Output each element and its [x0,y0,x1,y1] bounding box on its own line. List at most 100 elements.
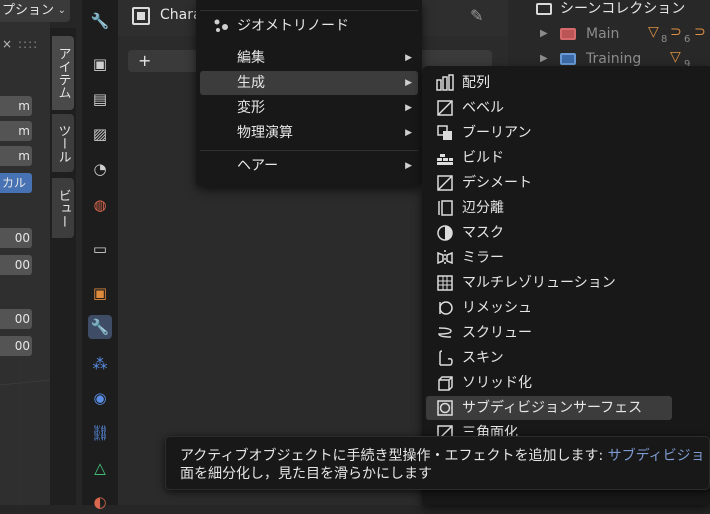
value-field[interactable]: 00 [0,228,32,248]
constraints-icon[interactable]: ⛓ [88,421,112,445]
tooltip-line-2: 面を細分化し，見た目を滑らかにします [180,466,432,482]
edge-split-icon [438,200,453,216]
list-item[interactable]: ▶ Main ▽ 8 ⊃ 6 ⊃ [508,22,710,46]
menu-item-label: 辺分離 [462,200,504,216]
mode-dropdown-label: プション [2,3,55,18]
menu-item-build[interactable]: ビルド [426,146,672,170]
output-icon[interactable]: ▤ [88,87,112,111]
remesh-icon [439,301,453,315]
data-icon[interactable]: △ [88,456,112,480]
tool-icon[interactable]: 🔧 [88,9,112,33]
drag-handle-icon[interactable]: :::: [18,37,38,51]
value-field[interactable]: 00 [0,255,32,275]
menu-item-array[interactable]: 配列 [426,71,672,95]
menu-item-edit[interactable]: 編集 ▶ [200,46,418,70]
solidify-icon [438,376,453,391]
menu-item-label: 配列 [462,75,490,91]
tab-item[interactable]: アイテム [52,36,74,110]
menu-item-skin[interactable]: スキン [426,346,672,370]
decimate-icon [437,175,453,191]
collection-icon[interactable]: ▭ [88,237,112,261]
menu-item-label: ブーリアン [462,125,532,141]
armature-icon: ⊃ [694,24,706,40]
menu-item-label: マスク [462,225,504,241]
menu-item-hair[interactable]: ヘアー ▶ [200,154,418,178]
dimension-field[interactable]: m [0,146,32,166]
menu-item-label: ソリッド化 [462,375,532,391]
tooltip-operator: サブディビジョ [607,448,705,464]
render-icon[interactable]: ▣ [88,52,112,76]
value-field[interactable]: 00 [0,336,32,356]
modifier-icon[interactable]: 🔧 [88,315,112,339]
mirror-icon [437,250,453,266]
build-icon [437,154,453,165]
sidebar-tabs: アイテム ツール ビュー [50,28,76,505]
menu-item-label: ベベル [462,100,504,116]
geometry-nodes-icon [214,19,228,32]
scene-collection-row[interactable]: シーンコレクション [508,0,710,21]
menu-item-physics[interactable]: 物理演算 ▶ [200,121,418,145]
tab-view[interactable]: ビュー [52,178,74,238]
dimension-field[interactable]: m [0,121,32,141]
menu-item-label: リメッシュ [462,300,532,316]
subsurf-icon [437,400,453,416]
collection-icon [560,28,576,40]
submenu-arrow-icon: ▶ [405,53,412,63]
pin-icon[interactable]: ✎ [470,6,483,25]
view-layer-icon[interactable]: ▨ [88,122,112,146]
menu-item-multires[interactable]: マルチレゾリューション [426,271,672,295]
menu-item-label: マルチレゾリューション [462,275,616,291]
menu-item-generate[interactable]: 生成 ▶ [200,71,418,95]
tab-tool[interactable]: ツール [52,114,74,172]
object-filter-icon: ▽ [648,24,659,40]
collection-icon [560,53,576,65]
menu-item-label: ビルド [462,150,504,166]
bevel-icon [437,100,453,116]
active-field[interactable]: カル [0,173,32,193]
menu-item-geometry-nodes[interactable]: ジオメトリノード [237,15,349,35]
boolean-icon [437,125,452,140]
particles-icon[interactable]: ⁂ [88,352,112,376]
object-icon [132,7,150,25]
menu-item-label: デシメート [462,175,532,191]
world-icon[interactable]: ◍ [88,193,112,217]
menu-separator [200,10,418,11]
chevron-down-icon: ⌄ [57,5,66,16]
submenu-arrow-icon: ▶ [405,128,412,138]
menu-item-label: ミラー [462,250,504,266]
expand-icon[interactable]: ▶ [540,22,548,46]
menu-item-label: スキン [462,350,504,366]
array-icon [436,74,454,91]
menu-item-subsurf[interactable]: サブディビジョンサーフェス [426,396,672,420]
menu-item-mask[interactable]: マスク [426,221,672,245]
dimension-field[interactable]: m [0,96,32,116]
menu-item-screw[interactable]: スクリュー [426,321,672,345]
physics-icon[interactable]: ◉ [88,386,112,410]
object-icon[interactable]: ▣ [88,281,112,305]
menu-item-deform[interactable]: 変形 ▶ [200,96,418,120]
menu-item-edge-split[interactable]: 辺分離 [426,196,672,220]
submenu-arrow-icon: ▶ [405,103,412,113]
menu-item-decimate[interactable]: デシメート [426,171,672,195]
menu-separator [200,150,418,151]
menu-item-bevel[interactable]: ベベル [426,96,672,120]
value-field[interactable]: 00 [0,309,32,329]
menu-item-label: サブディビジョンサーフェス [462,400,643,416]
multires-icon [437,275,453,291]
menu-item-boolean[interactable]: ブーリアン [426,121,672,145]
collection-icon [536,3,552,15]
mode-dropdown[interactable]: プション ⌄ [0,0,70,22]
mask-icon [437,225,453,241]
properties-tabs: 🔧 ▣ ▤ ▨ ◔ ◍ ▭ ▣ 🔧 ⁂ ◉ ⛓ △ ◐ [82,0,118,511]
menu-item-solidify[interactable]: ソリッド化 [426,371,672,395]
tooltip-line-1: アクティブオブジェクトに手続き型操作・エフェクトを追加します: サブディビジョ [180,448,705,464]
scene-icon[interactable]: ◔ [88,157,112,181]
menu-item-mirror[interactable]: ミラー [426,246,672,270]
close-icon[interactable]: × [2,37,12,51]
material-icon[interactable]: ◐ [88,490,112,514]
screw-icon [438,327,452,338]
armature-icon: ⊃ [670,24,682,40]
menu-item-label: スクリュー [462,325,532,341]
menu-item-remesh[interactable]: リメッシュ [426,296,672,320]
submenu-arrow-icon: ▶ [405,78,412,88]
